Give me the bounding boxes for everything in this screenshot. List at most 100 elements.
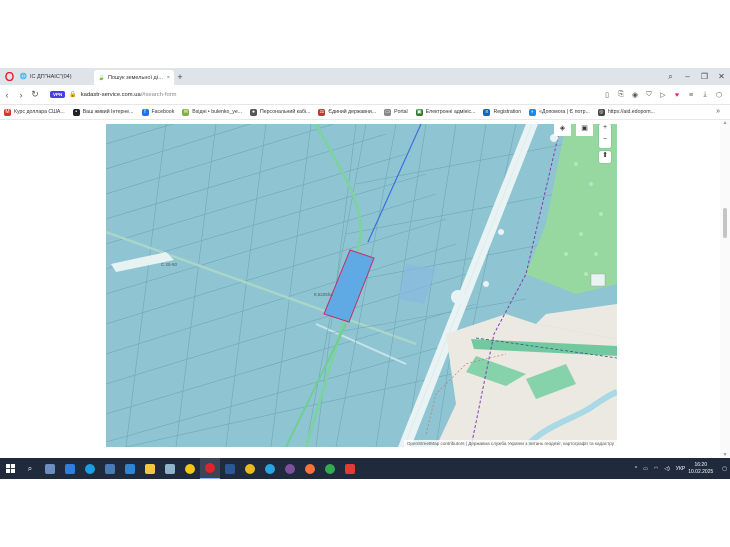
- bookmark-label: Персональний кабі...: [260, 109, 311, 115]
- forward-button[interactable]: ›: [14, 90, 28, 100]
- map-book-icon[interactable]: ▣: [576, 124, 593, 136]
- bookmark-favicon-icon: ▭: [384, 108, 392, 116]
- scrollbar-thumb[interactable]: [723, 208, 727, 238]
- ie-icon[interactable]: [180, 458, 200, 479]
- chrome-icon[interactable]: [320, 458, 340, 479]
- wifi-icon[interactable]: ◠: [654, 466, 658, 472]
- explorer-icon[interactable]: [60, 458, 80, 479]
- bookmark-item[interactable]: ≡ Registration: [483, 108, 521, 116]
- viber-icon[interactable]: [280, 458, 300, 479]
- app-icon[interactable]: [100, 458, 120, 479]
- tab-nais[interactable]: 🌐 ІС ДП"НАІС"(04): [16, 70, 94, 83]
- reload-button[interactable]: ↻: [28, 89, 42, 100]
- bookmark-favicon-icon: ✉: [182, 108, 190, 116]
- chrome-icon[interactable]: [240, 458, 260, 479]
- vpn-badge[interactable]: VPN: [50, 91, 66, 98]
- windows-taskbar: ⌕ ^ ▭ ◠ ◁) УКР 16:20 10.02.2025 ▢: [0, 458, 730, 479]
- telegram-icon[interactable]: [260, 458, 280, 479]
- clock-time: 16:20: [694, 461, 707, 468]
- bookmark-label: Ваш живий Інтерне...: [82, 109, 134, 115]
- bookmark-label: Вхідні • bulenko_ye...: [192, 109, 243, 115]
- layers-icon[interactable]: ◈: [554, 124, 571, 136]
- camera-icon[interactable]: ◉: [628, 91, 642, 99]
- bookmark-label: Електронні адмініс...: [425, 109, 476, 115]
- bookmarks-bar: M Курс доллара США... • Ваш живий Інтерне.…: [0, 105, 730, 120]
- reader-icon[interactable]: ▯: [600, 91, 614, 99]
- system-tray: ^ ▭ ◠ ◁) УКР 16:20 10.02.2025 ▢: [632, 458, 730, 479]
- shield-icon[interactable]: ⛉: [642, 91, 656, 99]
- maximize-button[interactable]: ❐: [696, 72, 713, 81]
- bookmark-item[interactable]: ✉ Вхідні • bulenko_ye...: [182, 108, 243, 116]
- new-tab-button[interactable]: +: [174, 72, 186, 82]
- bookmark-label: Portal: [394, 109, 408, 115]
- app-icon[interactable]: [40, 458, 60, 479]
- search-icon[interactable]: ⌕: [20, 458, 40, 479]
- tab-bar: 🌐 ІС ДП"НАІС"(04) 🍃 Пошук земельної діля…: [0, 68, 730, 85]
- leaf-icon: 🍃: [97, 75, 106, 81]
- clock-date: 10.02.2025: [688, 468, 714, 475]
- network-icon[interactable]: ▭: [643, 466, 648, 472]
- word-icon[interactable]: [220, 458, 240, 479]
- bookmark-item[interactable]: ▭ Portal: [384, 108, 408, 116]
- lock-icon[interactable]: 🔒: [69, 91, 76, 98]
- scroll-up-icon[interactable]: ▲: [720, 120, 730, 126]
- parcel-area-label: 8,6225ha: [314, 292, 333, 297]
- compass-icon[interactable]: ⬆: [599, 151, 611, 163]
- extensions-icon[interactable]: ⬡: [712, 91, 726, 99]
- bookmark-label: Facebook: [151, 109, 175, 115]
- tab-land-search[interactable]: 🍃 Пошук земельної ділян ×: [94, 70, 174, 85]
- map-label: С 25-50: [161, 262, 178, 267]
- opera-taskbar-icon[interactable]: [200, 458, 220, 479]
- heart-icon[interactable]: ♥: [670, 92, 684, 99]
- volume-icon[interactable]: ◁): [664, 466, 670, 472]
- bookmark-favicon-icon: ⚖: [318, 108, 326, 116]
- bookmark-item[interactable]: ▣ Електронні адмініс...: [415, 108, 476, 116]
- mail-icon[interactable]: [120, 458, 140, 479]
- search-tabs-icon[interactable]: ⌕: [662, 72, 679, 82]
- bookmark-favicon-icon: ◎: [597, 108, 605, 116]
- windows-start-icon[interactable]: [0, 458, 20, 479]
- play-icon[interactable]: ▷: [656, 91, 670, 99]
- notification-icon[interactable]: ▢: [722, 466, 727, 472]
- zoom-in-button[interactable]: +: [599, 124, 611, 136]
- opera-menu-icon[interactable]: [2, 70, 16, 84]
- bookmark-favicon-icon: •: [72, 108, 80, 116]
- minimize-button[interactable]: –: [679, 72, 696, 81]
- firefox-icon[interactable]: [300, 458, 320, 479]
- bookmark-item[interactable]: M Курс доллара США...: [4, 108, 65, 116]
- menu-icon[interactable]: ≡: [684, 92, 698, 99]
- download-icon[interactable]: ⤓: [698, 91, 712, 99]
- globe-icon: 🌐: [19, 74, 28, 80]
- chevron-up-icon[interactable]: ^: [635, 466, 637, 472]
- cadastral-map[interactable]: С 25-50 8,6225ha ◈ ▣ + − ⬆ OpenStreetMap…: [106, 124, 617, 447]
- bookmark-favicon-icon: ●: [250, 108, 258, 116]
- bookmark-item[interactable]: ◎ https://aid.edopom...: [597, 108, 655, 116]
- bookmark-item[interactable]: f Facebook: [141, 108, 175, 116]
- bookmark-item[interactable]: ● Персональний кабі...: [250, 108, 311, 116]
- bookmark-label: «Допомога | Є потр...: [539, 109, 590, 115]
- clock[interactable]: 16:20 10.02.2025: [688, 462, 713, 476]
- bookmark-item[interactable]: ◐ «Допомога | Є потр...: [529, 108, 590, 116]
- bookmark-item[interactable]: ⚖ Єдиний державни...: [318, 108, 376, 116]
- address-bar: ‹ › ↻ VPN 🔒 kadastr-service.com.ua/#sear…: [0, 85, 730, 105]
- close-window-button[interactable]: ✕: [713, 72, 730, 81]
- bookmark-favicon-icon: ▣: [415, 108, 423, 116]
- bookmark-icon[interactable]: ⎘: [614, 91, 628, 99]
- url-host: kadastr-service.com.ua: [80, 91, 141, 98]
- close-tab-icon[interactable]: ×: [167, 75, 170, 81]
- folder-icon[interactable]: [140, 458, 160, 479]
- zoom-out-button[interactable]: −: [599, 136, 611, 148]
- bookmark-item[interactable]: • Ваш живий Інтерне...: [72, 108, 134, 116]
- app-icon[interactable]: [160, 458, 180, 479]
- page-scrollbar[interactable]: ▲ ▼: [720, 120, 730, 458]
- edge-icon[interactable]: [80, 458, 100, 479]
- anydesk-icon[interactable]: [340, 458, 360, 479]
- bookmark-label: Курс доллара США...: [14, 109, 65, 115]
- url-field[interactable]: kadastr-service.com.ua/#search-form: [81, 92, 177, 98]
- bookmarks-overflow-icon[interactable]: »: [716, 108, 720, 115]
- map-attribution: OpenStreetMap contributors | Державна сл…: [403, 440, 617, 447]
- bookmark-favicon-icon: ◐: [529, 108, 537, 116]
- back-button[interactable]: ‹: [0, 90, 14, 100]
- zoom-control: + −: [599, 124, 611, 148]
- language-indicator[interactable]: УКР: [676, 466, 685, 472]
